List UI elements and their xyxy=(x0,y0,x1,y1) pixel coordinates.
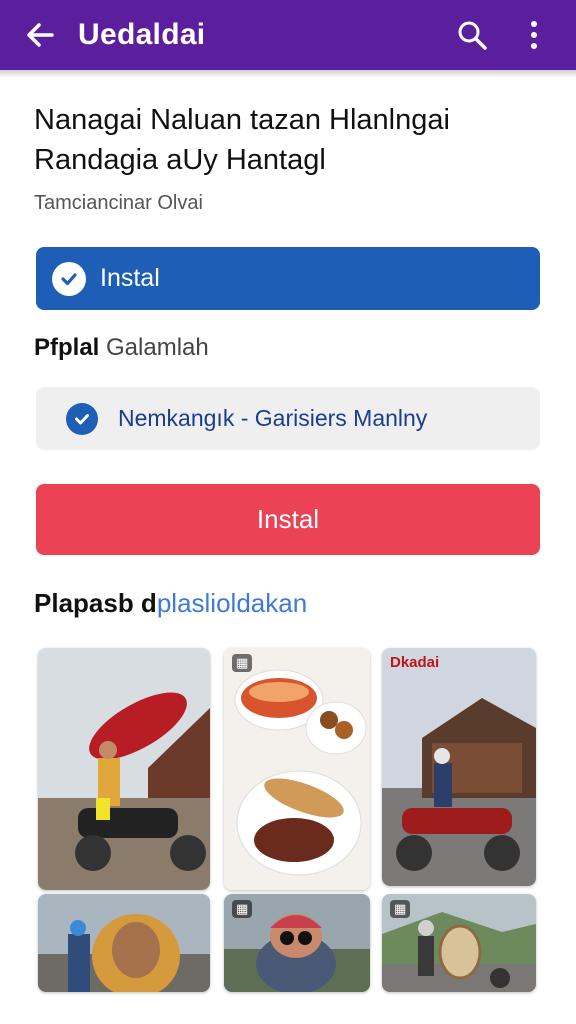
photo-elderly-woman xyxy=(38,894,210,992)
gallery-icon: ▦ xyxy=(232,900,253,918)
selected-option-label: Nemkangık - Garisiers Manlny xyxy=(118,405,428,431)
back-button[interactable] xyxy=(20,15,60,55)
more-options-button[interactable] xyxy=(512,13,556,57)
gallery-image-motorcycle-boat[interactable] xyxy=(38,648,210,890)
gallery-heading-bold: Plapasb d xyxy=(34,588,157,618)
gallery-heading-blue: plaslioldakan xyxy=(156,588,308,618)
check-circle-icon xyxy=(66,402,98,435)
arrow-left-icon xyxy=(27,23,54,47)
gallery-icon: ▦ xyxy=(232,654,253,672)
app-bar: Uedaldai xyxy=(0,0,576,70)
section-heading-gallery: Plapasb dplaslioldakan xyxy=(34,588,307,619)
gallery-image-elderly-woman[interactable] xyxy=(38,894,210,992)
page-subtitle: Tamciancinar Olvai xyxy=(34,192,203,214)
section-heading-bold: Pfplal xyxy=(34,334,100,361)
search-button[interactable] xyxy=(450,13,494,57)
install-button-label: Instal xyxy=(100,264,160,292)
poster-title: Dkadai xyxy=(390,654,440,671)
gallery-image-food[interactable]: ▦ xyxy=(224,648,370,890)
photo-poster-motorcycle xyxy=(382,648,536,886)
photo-food-platter xyxy=(224,648,370,890)
section-heading-options: Pfplal Galamlah xyxy=(34,334,209,362)
gallery-image-child-helmet[interactable]: ▦ xyxy=(224,894,370,992)
page-headline: Nanagai Naluan tazan Hlanlngai Randagia … xyxy=(34,104,450,176)
selected-option[interactable]: Nemkangık - Garisiers Manlny xyxy=(36,387,540,450)
gallery-image-rider-shield[interactable]: ▦ xyxy=(382,894,536,992)
search-icon xyxy=(458,21,487,50)
appbar-shadow xyxy=(0,70,576,78)
section-heading-rest: Galamlah xyxy=(99,334,209,361)
more-vert-icon xyxy=(531,21,537,49)
check-circle-icon xyxy=(52,261,86,296)
gallery-icon: ▦ xyxy=(390,900,411,918)
install-button-secondary[interactable]: Instal xyxy=(36,484,540,555)
install-button-secondary-label: Instal xyxy=(256,504,320,534)
app-title: Uedaldai xyxy=(78,18,206,51)
photo-motorcycle-boat xyxy=(38,648,210,890)
install-button-primary[interactable]: Instal xyxy=(36,247,540,310)
gallery-image-poster[interactable]: Dkadai xyxy=(382,648,536,886)
